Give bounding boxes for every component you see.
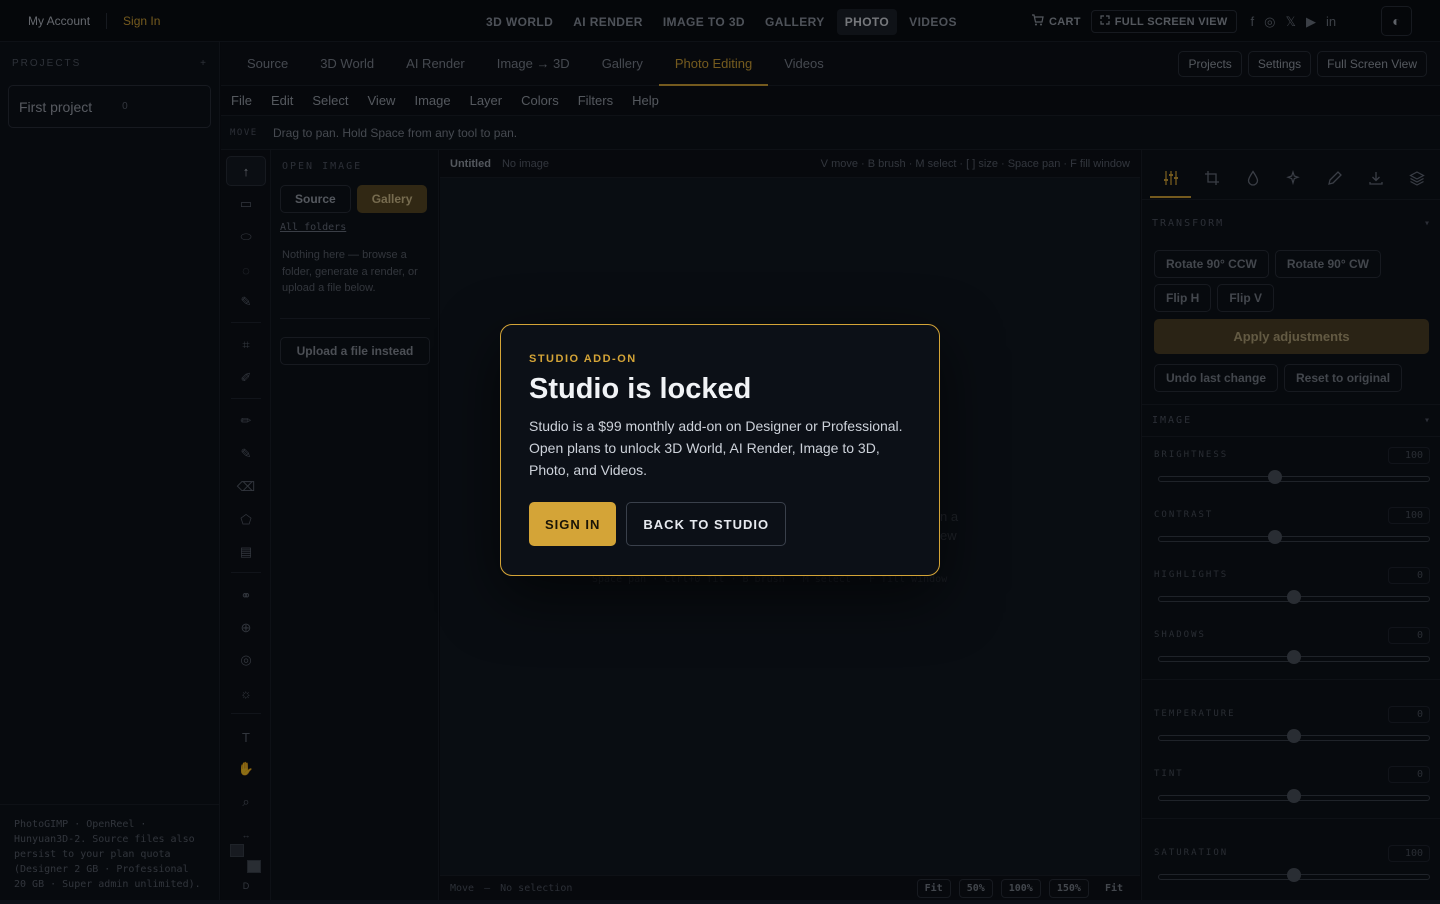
sign-in-button[interactable]: SIGN IN xyxy=(529,502,617,546)
studio-locked-dialog: STUDIO ADD-ON Studio is locked Studio is… xyxy=(500,324,940,576)
dialog-eyebrow: STUDIO ADD-ON xyxy=(529,353,637,365)
dialog-body: Studio is a $99 monthly add-on on Design… xyxy=(529,418,903,478)
dialog-actions: SIGN IN BACK TO STUDIO xyxy=(529,502,911,546)
back-to-studio-button[interactable]: BACK TO STUDIO xyxy=(626,502,787,546)
dialog-heading: Studio is locked xyxy=(529,373,752,405)
